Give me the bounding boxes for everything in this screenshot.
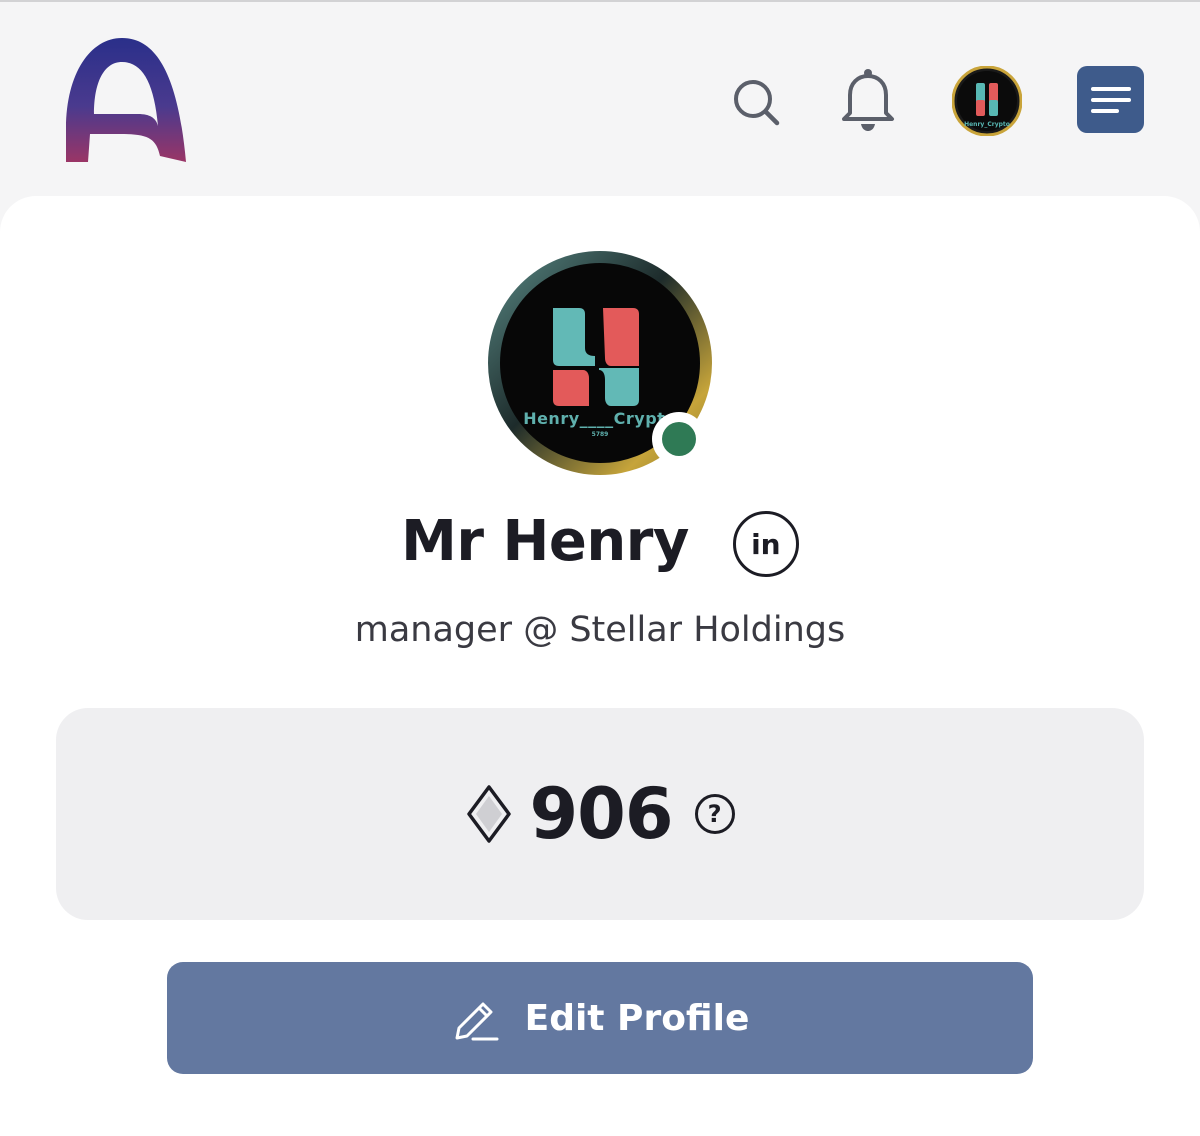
menu-icon [1090, 86, 1131, 113]
online-status-dot [662, 422, 696, 456]
points-panel: 906 ? [56, 708, 1144, 920]
menu-button[interactable] [1077, 66, 1144, 133]
linkedin-button[interactable]: in [732, 511, 799, 577]
online-status-indicator [652, 412, 706, 466]
search-button[interactable] [728, 74, 784, 130]
profile-role: manager @ Stellar Holdings [354, 610, 846, 650]
app-logo[interactable] [60, 34, 190, 166]
svg-text:Henry_Crypto: Henry_Crypto [964, 121, 1010, 128]
pencil-icon [455, 1002, 499, 1041]
name-row: Mr Henry in [0, 501, 1200, 581]
profile-name: Mr Henry [401, 508, 689, 574]
points-row: 906 ? [465, 773, 735, 855]
diamond-icon [467, 785, 512, 843]
profile-card: Henry____Crypto 5789 Mr Henry in manager… [0, 196, 1200, 1136]
header-avatar-image: Henry_Crypto [952, 66, 1022, 136]
header-avatar[interactable]: Henry_Crypto [952, 66, 1022, 136]
svg-text:Henry____Crypto: Henry____Crypto [523, 409, 677, 428]
app-logo-icon [66, 38, 186, 162]
bell-icon [842, 69, 894, 131]
notifications-button[interactable] [838, 66, 898, 134]
points-value: 906 [529, 773, 673, 855]
svg-text:5789: 5789 [592, 431, 609, 438]
edit-profile-label: Edit Profile [524, 997, 750, 1039]
points-help-button[interactable]: ? [694, 794, 735, 834]
search-icon [734, 80, 780, 126]
edit-profile-button[interactable]: Edit Profile [167, 962, 1033, 1074]
app-header: Henry_Crypto [0, 2, 1200, 195]
